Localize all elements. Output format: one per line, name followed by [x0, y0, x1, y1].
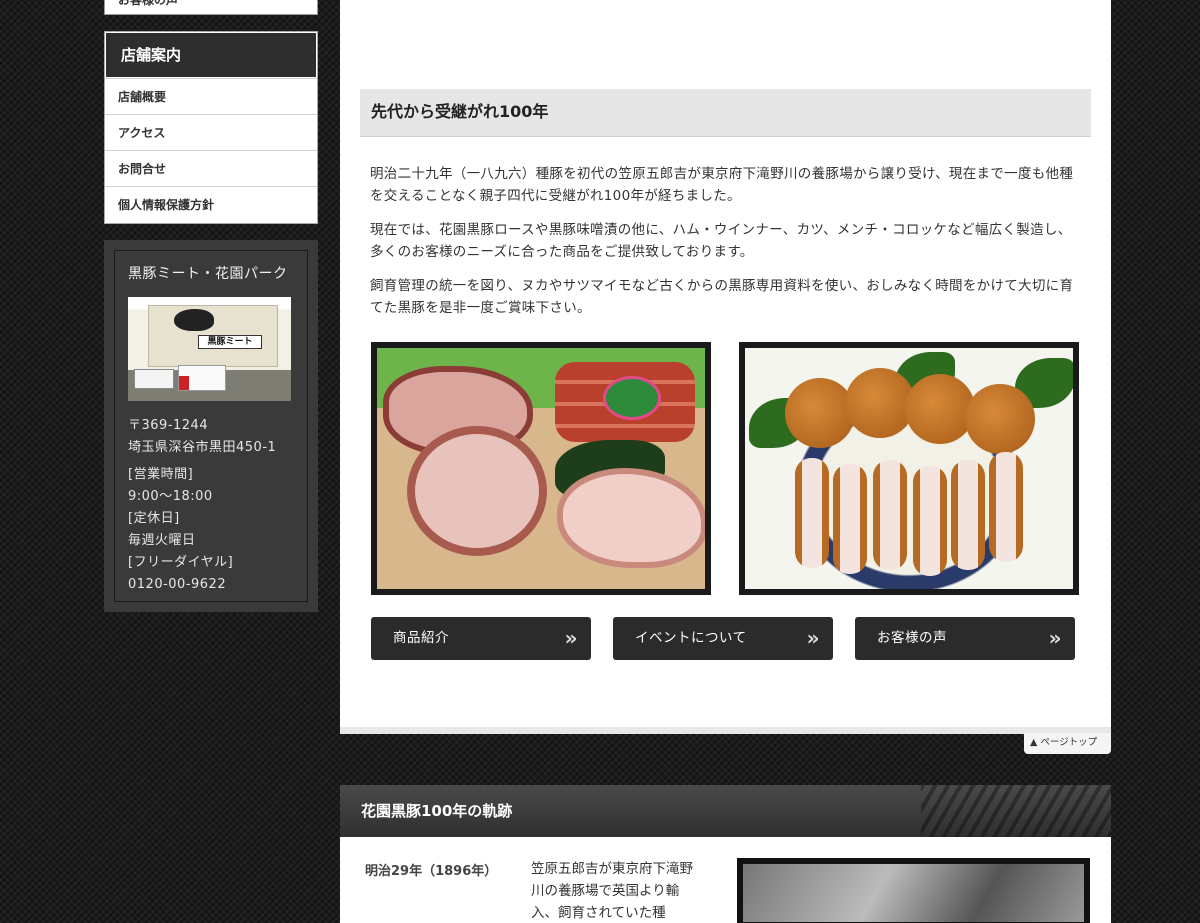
shop-info-box: 黒豚ミート・花園パーク 黒豚ミート 〒369-1244 埼玉県深谷市黒田450-…: [104, 240, 318, 612]
history-year: 明治29年（1896年）: [365, 864, 498, 879]
button-label: お客様の声: [877, 630, 947, 646]
intro-paragraph: 明治二十九年（一八九六）種豚を初代の笠原五郎吉が東京府下滝野川の養豚場から譲り受…: [370, 166, 1074, 204]
hours-value: 9:00〜18:00: [128, 489, 213, 504]
sidebar-item-contact[interactable]: お問合せ: [105, 150, 317, 186]
history-section: 花園黒豚100年の軌跡 明治29年（1896年） 笠原五郎吉が東京府下滝野川の養…: [340, 785, 1111, 923]
customer-voice-button[interactable]: お客様の声 »: [855, 617, 1075, 660]
shop-address: 埼玉県深谷市黒田450-1: [128, 440, 277, 455]
store-info-menu: 店舗案内 店舗概要 アクセス お問合せ 個人情報保護方針: [104, 31, 318, 224]
katsu-product-photo: [739, 342, 1079, 595]
section-title: 先代から受継がれ100年: [360, 89, 1091, 137]
shop-postal-code: 〒369-1244: [128, 418, 209, 433]
button-label: イベントについて: [635, 630, 747, 646]
intro-paragraph: 現在では、花園黒豚ロースや黒豚味噌漬の他に、ハム・ウインナー、カツ、メンチ・コロ…: [370, 222, 1072, 260]
sidebar-item-store-overview[interactable]: 店舗概要: [105, 78, 317, 114]
hours-label: [営業時間]: [128, 467, 194, 482]
double-chevron-right-icon: »: [564, 626, 578, 650]
phone-label: [フリーダイヤル]: [128, 555, 234, 570]
double-chevron-right-icon: »: [806, 626, 820, 650]
shop-sign: 黒豚ミート: [198, 335, 262, 349]
closed-day-value: 毎週火曜日: [128, 533, 196, 548]
ham-product-photo: [371, 342, 711, 595]
intro-paragraph: 飼育管理の統一を図り、ヌカやサツマイモなど古くからの黒豚専用資料を使い、おしみな…: [370, 278, 1074, 316]
shop-name: 黒豚ミート・花園パーク: [128, 266, 288, 282]
sidebar-item-privacy-policy[interactable]: 個人情報保護方針: [105, 186, 317, 222]
page-top-link[interactable]: ▲ ページトップ: [1024, 733, 1111, 754]
history-text: 笠原五郎吉が東京府下滝野川の養豚場で英国より輸入、飼育されていた種: [531, 861, 693, 921]
double-chevron-right-icon: »: [1048, 626, 1062, 650]
history-photo: [737, 858, 1090, 923]
intro-text: 明治二十九年（一八九六）種豚を初代の笠原五郎吉が東京府下滝野川の養豚場から譲り受…: [370, 163, 1082, 331]
events-button[interactable]: イベントについて »: [613, 617, 833, 660]
sidebar-link-label: お客様の声: [118, 0, 179, 7]
store-info-heading: 店舗案内: [105, 32, 317, 78]
product-intro-button[interactable]: 商品紹介 »: [371, 617, 591, 660]
history-heading: 花園黒豚100年の軌跡: [340, 785, 1111, 837]
shop-photo: 黒豚ミート: [128, 297, 291, 401]
main-content-panel: 先代から受継がれ100年 明治二十九年（一八九六）種豚を初代の笠原五郎吉が東京府…: [340, 0, 1111, 734]
sidebar-item-access[interactable]: アクセス: [105, 114, 317, 150]
button-label: 商品紹介: [393, 630, 449, 646]
phone-number: 0120-00-9622: [128, 577, 227, 592]
closed-day-label: [定休日]: [128, 511, 180, 526]
bamboo-decoration: [921, 785, 1111, 837]
pig-logo: [174, 309, 214, 331]
sidebar-link-customer-voice[interactable]: お客様の声: [104, 0, 318, 15]
history-title: 花園黒豚100年の軌跡: [361, 802, 513, 820]
